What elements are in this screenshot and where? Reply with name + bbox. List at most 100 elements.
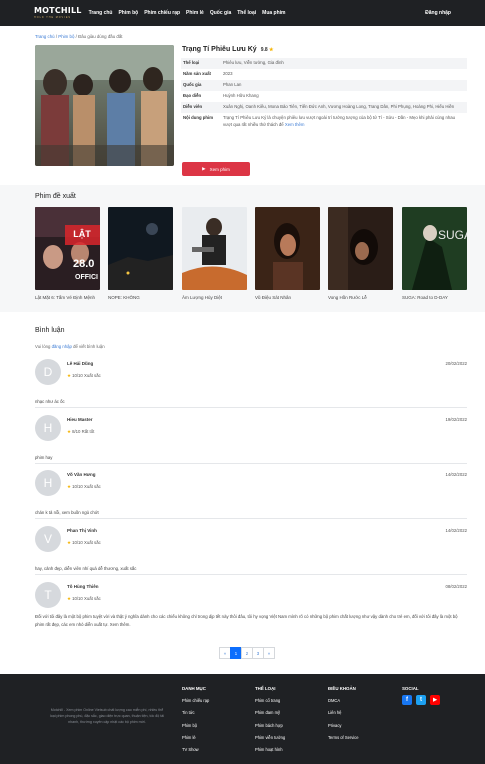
suggestion-card[interactable]: LẬT 28.0 OFFICI Lật Mặt 6: Tấm Vé Định M… — [35, 207, 100, 302]
svg-text:OFFICI: OFFICI — [75, 274, 98, 281]
hint-text: để viết bình luận — [71, 344, 105, 349]
suggestion-card[interactable]: Âm Lượng Hủy Diệt — [182, 207, 247, 302]
footer-link[interactable]: Phim bách hợp — [255, 720, 285, 732]
watch-button[interactable]: ▶ Xem phim — [182, 162, 250, 176]
footer-link[interactable]: Phim viễn tưởng — [255, 732, 285, 744]
footer-link[interactable]: Phim đam mỹ — [255, 707, 285, 719]
svg-text:SUGA: SUGA — [438, 228, 467, 242]
nav-buy[interactable]: Mua phim — [262, 10, 285, 16]
star-icon: ★ — [67, 429, 71, 434]
footer-link[interactable]: Privacy — [328, 720, 358, 732]
movie-title-row: Trạng Tí Phiêu Lưu Ký 9.8 ★ — [182, 46, 274, 53]
svg-text:LẬT: LẬT — [73, 228, 91, 239]
footer-column-genres: THỂ LOẠI Phim cổ trang Phim đam mỹ Phim … — [255, 686, 285, 756]
login-to-comment-link[interactable]: đăng nhập — [52, 344, 72, 349]
login-link[interactable]: Đăng nhập — [425, 10, 451, 16]
hint-text: Vui lòng — [35, 344, 52, 349]
site-logo[interactable]: MOTCHILL HOLD THE MOVIES — [34, 6, 82, 20]
suggestion-poster: SUGA — [402, 207, 467, 290]
footer-heading: DANH MỤC — [182, 686, 206, 691]
twitter-icon[interactable]: t — [416, 695, 426, 705]
comments-title: Bình luận — [35, 327, 65, 334]
logo-sub-text: HOLD THE MOVIES — [34, 16, 72, 19]
score-text: 10/10 Xuất sắc — [72, 540, 101, 545]
nav-home[interactable]: Trang chủ — [89, 10, 113, 16]
suggestion-poster — [182, 207, 247, 290]
footer-heading: SOCIAL — [402, 686, 419, 691]
comment-author: Tô Hùng Thiên — [67, 584, 99, 589]
avatar: D — [35, 359, 61, 385]
nav-cinema[interactable]: Phim chiếu rạp — [144, 10, 180, 16]
comment-score: ★ 10/10 Xuất sắc — [67, 484, 101, 490]
nav-country[interactable]: Quốc gia — [210, 10, 231, 16]
nav-genre[interactable]: Thể loại — [237, 10, 256, 16]
breadcrumb-category[interactable]: Phim bộ — [58, 34, 74, 39]
breadcrumb: Trang chủ / Phim bộ / Đâu giàu dùng đầu … — [35, 34, 123, 39]
suggestion-caption: Âm Lượng Hủy Diệt — [182, 295, 222, 300]
info-row-year: Năm sản xuất 2023 — [181, 69, 467, 80]
footer-link[interactable]: Phim hoạt hình — [255, 744, 285, 756]
footer-link[interactable]: DMCA — [328, 695, 358, 707]
score-text: 8/10 Rất tốt — [72, 429, 95, 434]
avatar: H — [35, 415, 61, 441]
comment-date: 14/02/2022 — [445, 472, 467, 477]
info-value: Huỳnh Hữu Khang — [223, 93, 259, 99]
comment-text: phim hay — [35, 455, 53, 460]
divider — [35, 574, 467, 575]
nav-series[interactable]: Phim bộ — [118, 10, 138, 16]
footer-link[interactable]: Phim bộ — [182, 720, 209, 732]
site-header: MOTCHILL HOLD THE MOVIES Trang chủ Phim … — [0, 0, 485, 26]
avatar: H — [35, 470, 61, 496]
info-value: Phan Lan — [223, 82, 242, 88]
suggestion-card[interactable]: NOPE: KHÔNG — [108, 207, 173, 302]
suggestion-poster: LẬT 28.0 OFFICI — [35, 207, 100, 290]
see-more-link[interactable]: Xem thêm — [285, 122, 305, 127]
info-key: Năm sản xuất — [183, 71, 211, 77]
comment-score: ★ 10/10 Xuất sắc — [67, 596, 101, 602]
footer-link[interactable]: Tin tức — [182, 707, 209, 719]
footer-link[interactable]: Liên hệ — [328, 707, 358, 719]
next-page-button[interactable]: » — [263, 647, 275, 659]
facebook-icon[interactable]: f — [402, 695, 412, 705]
star-icon: ★ — [67, 540, 71, 545]
footer-link[interactable]: Phim cổ trang — [255, 695, 285, 707]
watch-button-label: Xem phim — [209, 166, 230, 172]
footer-link[interactable]: Phim chiếu rạp — [182, 695, 209, 707]
suggestion-card[interactable]: Vũ Điệu Sát Nhân — [255, 207, 320, 302]
movie-rating: 9.8 ★ — [261, 47, 274, 53]
avatar: V — [35, 526, 61, 552]
info-row-country: Quốc gia Phan Lan — [181, 79, 467, 91]
star-icon: ★ — [67, 373, 71, 378]
rating-value: 9.8 — [260, 46, 268, 53]
footer-column-categories: DANH MỤC Phim chiếu rạp Tin tức Phim bộ … — [182, 686, 209, 756]
logo-main-text: MOTCHILL — [34, 6, 82, 15]
suggestions-title: Phim đề xuất — [35, 193, 76, 200]
comment-text: chán k tả nỗi, xem buồn ngủ chớt — [35, 510, 99, 515]
info-row-genre: Thể loại Phiêu lưu, Viễn tưởng, Gia đình — [181, 58, 467, 69]
footer-link[interactable]: Terms of Service — [328, 732, 358, 744]
social-links: f t ▶ — [402, 695, 440, 705]
divider — [35, 463, 467, 464]
footer-link[interactable]: Phim lẻ — [182, 732, 209, 744]
footer-column-terms: ĐIỀU KHOẢN DMCA Liên hệ Privacy Terms of… — [328, 686, 358, 744]
comment-score: ★ 10/10 Xuất sắc — [67, 373, 101, 379]
info-key: Nội dung phim — [183, 115, 214, 121]
comment-date: 14/02/2022 — [445, 528, 467, 533]
breadcrumb-home[interactable]: Trang chủ — [35, 34, 55, 39]
comment-author: Phan Thị Vinh — [67, 528, 97, 533]
footer-link[interactable]: TV Show — [182, 744, 209, 756]
suggestion-card[interactable]: Vong Hồn Rước Lễ — [328, 207, 393, 302]
star-icon: ★ — [67, 596, 71, 601]
youtube-icon[interactable]: ▶ — [430, 695, 440, 705]
star-icon: ★ — [269, 46, 274, 53]
info-key: Thể loại — [183, 60, 200, 66]
divider — [35, 407, 467, 408]
info-key: Đạo diễn — [183, 93, 202, 99]
suggestion-caption: Lật Mặt 6: Tấm Vé Định Mệnh — [35, 295, 95, 300]
comment-date: 19/02/2022 — [445, 417, 467, 422]
comment-score: ★ 10/10 Xuất sắc — [67, 540, 101, 546]
suggestion-poster — [328, 207, 393, 290]
info-value: 2023 — [223, 71, 233, 77]
nav-movies[interactable]: Phim lẻ — [186, 10, 204, 16]
suggestion-card[interactable]: SUGA SUGA: Road to D-DAY — [402, 207, 467, 302]
